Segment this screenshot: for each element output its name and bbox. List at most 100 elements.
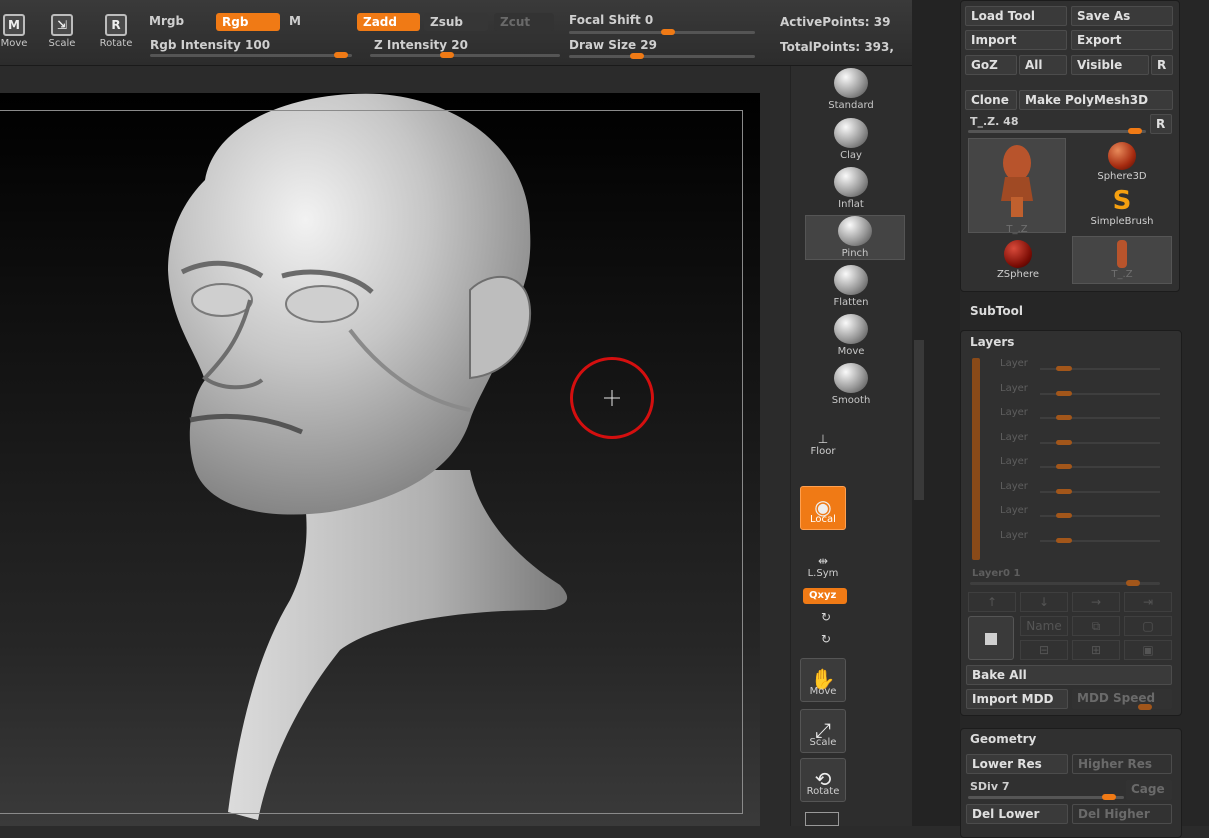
rgb-button[interactable]: Rgb — [216, 13, 280, 31]
tool-r-button[interactable]: R — [1150, 114, 1172, 134]
layer-last-icon[interactable]: ⇥ — [1124, 592, 1172, 612]
new-layer-button[interactable] — [968, 616, 1014, 660]
zcut-button[interactable]: Zcut — [494, 13, 554, 31]
focal-shift-knob[interactable] — [661, 29, 675, 35]
layer-delete-icon[interactable]: ▣ — [1124, 640, 1172, 660]
load-tool-button[interactable]: Load Tool — [965, 6, 1067, 26]
cage-button[interactable]: Cage — [1126, 780, 1172, 800]
import-mdd-button[interactable]: Import MDD — [966, 689, 1068, 709]
rgb-intensity-knob[interactable] — [334, 52, 348, 58]
z-intensity-slider[interactable] — [370, 54, 560, 57]
mdd-speed-slider[interactable]: MDD Speed — [1072, 689, 1172, 709]
small-tool-thumb[interactable]: T_.Z — [1072, 236, 1172, 284]
subtool-header[interactable]: SubTool — [970, 304, 1023, 318]
simplebrush-thumb[interactable]: S SimpleBrush — [1072, 186, 1172, 232]
geometry-header[interactable]: Geometry — [970, 732, 1036, 746]
layer-row[interactable]: Layer — [1000, 456, 1170, 476]
layer-copy-icon[interactable]: ⧉ — [1072, 616, 1120, 636]
visible-button[interactable]: Visible — [1071, 55, 1149, 75]
lsym-button[interactable]: ⇹ L.Sym — [801, 554, 845, 579]
sphere-icon — [1108, 142, 1136, 170]
zsphere-thumb[interactable]: ZSphere — [968, 236, 1068, 284]
del-higher-button[interactable]: Del Higher — [1072, 804, 1172, 824]
layer-merge-icon[interactable]: ⊞ — [1072, 640, 1120, 660]
tool-slider[interactable] — [968, 130, 1146, 133]
layer-next-icon[interactable]: → — [1072, 592, 1120, 612]
m-button[interactable]: M — [289, 14, 301, 28]
export-button[interactable]: Export — [1071, 30, 1173, 50]
sdiv-knob[interactable] — [1102, 794, 1116, 800]
scale-icon: ⇲ — [51, 14, 73, 36]
mdd-speed-knob[interactable] — [1138, 704, 1152, 710]
mrgb-button[interactable]: Mrgb — [149, 14, 184, 28]
rotate-x-icon[interactable]: ↻ — [821, 610, 831, 624]
shelf-scale-button[interactable]: ⤢ Scale — [798, 709, 848, 754]
z-intensity-knob[interactable] — [440, 52, 454, 58]
current-tool-thumb[interactable]: T_.Z — [968, 138, 1066, 235]
layer-row[interactable]: Layer — [1000, 407, 1170, 427]
rotate-button[interactable]: R Rotate — [96, 14, 136, 56]
layer-split-icon[interactable]: ⊟ — [1020, 640, 1068, 660]
right-shelf: Standard Clay Inflat Pinch Flatten Move … — [790, 66, 912, 826]
move-button[interactable]: M Move — [0, 14, 34, 56]
bake-all-button[interactable]: Bake All — [966, 665, 1172, 685]
layer-down-icon[interactable]: ↓ — [1020, 592, 1068, 612]
brush-move[interactable]: Move — [791, 314, 911, 357]
clone-button[interactable]: Clone — [965, 90, 1017, 110]
panel-divider[interactable] — [912, 0, 960, 826]
layer-slider-label: Layer0 1 — [972, 568, 1021, 579]
neck-shape — [228, 470, 568, 820]
layers-header[interactable]: Layers — [970, 335, 1014, 349]
brush-pinch[interactable]: Pinch — [805, 215, 905, 260]
shelf-move-button[interactable]: ✋ Move — [798, 658, 848, 703]
layer-row[interactable]: Layer — [1000, 505, 1170, 525]
grid-icon[interactable] — [805, 812, 839, 826]
shelf-rotate-button[interactable]: ⟲ Rotate — [798, 758, 848, 803]
brush-smooth[interactable]: Smooth — [791, 363, 911, 406]
layer-up-icon[interactable]: ↑ — [968, 592, 1016, 612]
layers-scrollbar[interactable] — [972, 358, 980, 560]
layer-slider-knob[interactable] — [1126, 580, 1140, 586]
local-button[interactable]: ◉ Local — [798, 486, 848, 531]
brush-clay[interactable]: Clay — [791, 118, 911, 161]
tool-slider-knob[interactable] — [1128, 128, 1142, 134]
square-icon — [985, 633, 997, 645]
sphere3d-thumb[interactable]: Sphere3D — [1072, 138, 1172, 184]
floor-button[interactable]: ⊥ Floor — [803, 432, 843, 457]
del-lower-button[interactable]: Del Lower — [966, 804, 1068, 824]
top-toolbar: M Move ⇲ Scale R Rotate Mrgb Rgb M Zadd … — [0, 0, 912, 66]
import-button[interactable]: Import — [965, 30, 1067, 50]
inflat-brush-icon — [834, 167, 868, 197]
focal-shift-label: Focal Shift 0 — [569, 13, 654, 27]
floor-icon: ⊥ — [817, 432, 829, 446]
layer-name-button[interactable]: Name — [1020, 616, 1068, 636]
layer-row[interactable]: Layer — [1000, 383, 1170, 403]
draw-size-knob[interactable] — [630, 53, 644, 59]
make-polymesh-button[interactable]: Make PolyMesh3D — [1019, 90, 1173, 110]
rgb-intensity-slider[interactable] — [150, 54, 352, 57]
zadd-button[interactable]: Zadd — [357, 13, 420, 31]
layer-row[interactable]: Layer — [1000, 432, 1170, 452]
goz-button[interactable]: GoZ — [965, 55, 1017, 75]
scale-button[interactable]: ⇲ Scale — [42, 14, 82, 56]
rotate-icon: R — [105, 14, 127, 36]
rotate-y-icon[interactable]: ↻ — [821, 632, 831, 646]
scroll-strip[interactable] — [914, 340, 924, 500]
save-as-button[interactable]: Save As — [1071, 6, 1173, 26]
higher-res-button[interactable]: Higher Res — [1072, 754, 1172, 774]
brush-standard[interactable]: Standard — [791, 68, 911, 111]
all-button[interactable]: All — [1019, 55, 1067, 75]
zsub-button[interactable]: Zsub — [424, 13, 488, 31]
layer-row[interactable]: Layer — [1000, 481, 1170, 501]
layer-row[interactable]: Layer — [1000, 358, 1170, 378]
figure-icon — [1117, 240, 1127, 268]
layer-paste-icon[interactable]: ▢ — [1124, 616, 1172, 636]
xyz-button[interactable]: Qxyz — [803, 588, 847, 604]
layer-row[interactable]: Layer — [1000, 530, 1170, 550]
brush-flatten[interactable]: Flatten — [791, 265, 911, 308]
sdiv-slider[interactable] — [968, 796, 1124, 799]
brush-inflat[interactable]: Inflat — [791, 167, 911, 210]
lower-res-button[interactable]: Lower Res — [966, 754, 1068, 774]
r-button[interactable]: R — [1151, 55, 1173, 75]
draw-size-slider[interactable] — [569, 55, 755, 58]
